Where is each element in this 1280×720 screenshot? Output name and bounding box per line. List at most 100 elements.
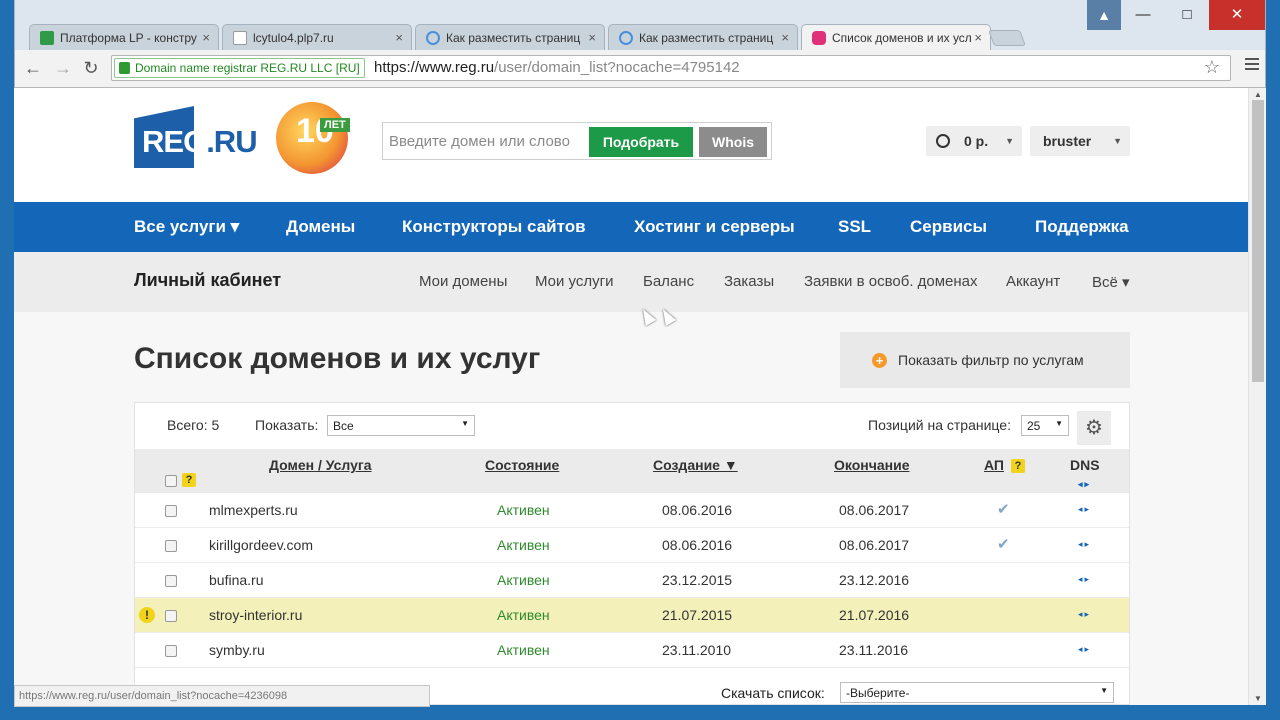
- scroll-down-icon[interactable]: ▼: [1254, 694, 1262, 703]
- row-checkbox[interactable]: [165, 575, 177, 587]
- back-icon[interactable]: ←: [21, 56, 45, 80]
- warning-icon[interactable]: !: [139, 607, 155, 623]
- scrollbar-thumb[interactable]: [1252, 100, 1264, 382]
- row-checkbox[interactable]: [165, 505, 177, 517]
- row-checkbox[interactable]: [165, 645, 177, 657]
- browser-tab-1[interactable]: Платформа LP - констру ×: [29, 24, 219, 50]
- nav-site-builders[interactable]: Конструкторы сайтов: [402, 202, 586, 252]
- caret-down-icon: ▼: [1005, 136, 1014, 146]
- browser-tab-3[interactable]: Как разместить страниц ×: [415, 24, 605, 50]
- scroll-up-icon[interactable]: ▲: [1254, 90, 1262, 99]
- show-select[interactable]: Все ▼: [327, 415, 475, 436]
- select-all-checkbox[interactable]: [165, 475, 177, 487]
- row-checkbox[interactable]: [165, 540, 177, 552]
- autorenew-check-icon: ✔: [997, 501, 1010, 518]
- download-list-label: Скачать список:: [721, 685, 825, 701]
- domain-search-box: Подобрать Whois: [382, 122, 772, 160]
- dns-arrows-icon[interactable]: ◂▸: [1078, 479, 1091, 490]
- settings-gear-icon[interactable]: ⚙: [1077, 411, 1111, 445]
- browser-menu-icon[interactable]: [1245, 58, 1259, 70]
- url-text[interactable]: https://www.reg.ru/user/domain_list?noca…: [374, 59, 740, 76]
- tab-title: lcytulo4.plp7.ru: [253, 31, 334, 45]
- domain-name[interactable]: mlmexperts.ru: [209, 502, 298, 518]
- dns-arrows-icon[interactable]: ◂▸: [1078, 539, 1091, 550]
- tab-close-icon[interactable]: ×: [974, 30, 982, 45]
- col-created[interactable]: Создание ▼: [653, 457, 738, 473]
- subnav-balance[interactable]: Баланс: [643, 273, 694, 290]
- tab-close-icon[interactable]: ×: [202, 30, 210, 45]
- subnav-released-domains[interactable]: Заявки в освоб. доменах: [804, 273, 978, 290]
- lock-icon: [119, 62, 130, 74]
- main-content: Список доменов и их услуг + Показать фил…: [14, 312, 1248, 705]
- tab-close-icon[interactable]: ×: [395, 30, 403, 45]
- logo-text: REG.RU: [142, 124, 258, 160]
- user-menu-dropdown[interactable]: bruster ▼: [1030, 126, 1130, 156]
- nav-all-services[interactable]: Все услуги ▾: [134, 202, 239, 252]
- new-tab-button[interactable]: [988, 30, 1026, 46]
- help-icon[interactable]: ?: [182, 473, 196, 487]
- domain-name[interactable]: stroy-interior.ru: [209, 607, 302, 623]
- bookmark-star-icon[interactable]: ☆: [1204, 57, 1220, 78]
- table-row-warning[interactable]: ! stroy-interior.ru Активен 21.07.2015 2…: [135, 598, 1129, 633]
- help-icon[interactable]: ?: [1011, 459, 1025, 473]
- table-row[interactable]: kirillgordeev.com Активен 08.06.2016 08.…: [135, 528, 1129, 563]
- browser-tab-2[interactable]: lcytulo4.plp7.ru ×: [222, 24, 412, 50]
- domain-name[interactable]: symby.ru: [209, 642, 265, 658]
- tab-close-icon[interactable]: ×: [781, 30, 789, 45]
- account-title[interactable]: Личный кабинет: [134, 270, 281, 291]
- maximize-button[interactable]: □: [1165, 0, 1209, 30]
- subnav-my-services[interactable]: Мои услуги: [535, 273, 614, 290]
- domain-name[interactable]: kirillgordeev.com: [209, 537, 313, 553]
- col-expires[interactable]: Окончание: [834, 457, 909, 473]
- address-bar[interactable]: Domain name registrar REG.RU LLC [RU] ht…: [111, 55, 1231, 81]
- browser-toolbar: ← → ↻ Domain name registrar REG.RU LLC […: [15, 50, 1265, 88]
- nav-services[interactable]: Сервисы: [910, 202, 987, 252]
- tab-close-icon[interactable]: ×: [588, 30, 596, 45]
- created-date: 23.12.2015: [662, 572, 733, 588]
- minimize-button[interactable]: —: [1121, 0, 1165, 30]
- domain-state: Активен: [497, 572, 550, 588]
- whois-button[interactable]: Whois: [699, 127, 767, 157]
- profile-icon[interactable]: ▲: [1087, 0, 1121, 30]
- col-state[interactable]: Состояние: [485, 457, 559, 473]
- domain-search-input[interactable]: [389, 129, 585, 153]
- table-row[interactable]: bufina.ru Активен 23.12.2015 23.12.2016 …: [135, 563, 1129, 598]
- close-window-button[interactable]: ✕: [1209, 0, 1265, 30]
- nav-hosting[interactable]: Хостинг и серверы: [634, 202, 795, 252]
- anniversary-badge: 10 ЛЕТ: [268, 98, 358, 180]
- table-row[interactable]: mlmexperts.ru Активен 08.06.2016 08.06.2…: [135, 493, 1129, 528]
- tab-title: Как разместить страниц: [639, 31, 774, 45]
- download-select-value: -Выберите-: [846, 686, 910, 700]
- ev-certificate-badge[interactable]: Domain name registrar REG.RU LLC [RU]: [114, 58, 365, 78]
- domain-name[interactable]: bufina.ru: [209, 572, 263, 588]
- page-scrollbar[interactable]: ▲ ▼: [1248, 88, 1266, 705]
- reload-icon[interactable]: ↻: [79, 56, 103, 80]
- nav-ssl[interactable]: SSL: [838, 202, 871, 252]
- show-filter-button[interactable]: + Показать фильтр по услугам: [840, 332, 1130, 388]
- per-page-select[interactable]: 25 ▼: [1021, 415, 1069, 436]
- subnav-all[interactable]: Всё ▾: [1092, 273, 1130, 291]
- dns-arrows-icon[interactable]: ◂▸: [1078, 644, 1091, 655]
- dns-arrows-icon[interactable]: ◂▸: [1078, 609, 1091, 620]
- col-domain[interactable]: Домен / Услуга: [269, 457, 372, 473]
- table-row[interactable]: symby.ru Активен 23.11.2010 23.11.2016 ◂…: [135, 633, 1129, 668]
- expires-date: 23.12.2016: [839, 572, 910, 588]
- regru-logo[interactable]: REG.RU: [134, 106, 274, 168]
- forward-icon[interactable]: →: [51, 56, 75, 80]
- subnav-my-domains[interactable]: Мои домены: [419, 273, 507, 290]
- pick-domain-button[interactable]: Подобрать: [589, 127, 693, 157]
- subnav-orders[interactable]: Заказы: [724, 273, 774, 290]
- row-checkbox[interactable]: [165, 610, 177, 622]
- subnav-account[interactable]: Аккаунт: [1006, 273, 1060, 290]
- browser-tab-4[interactable]: Как разместить страниц ×: [608, 24, 798, 50]
- nav-support[interactable]: Поддержка: [1035, 202, 1129, 252]
- dns-arrows-icon[interactable]: ◂▸: [1078, 504, 1091, 515]
- dns-arrows-icon[interactable]: ◂▸: [1078, 574, 1091, 585]
- browser-tab-active[interactable]: Список доменов и их усл ×: [801, 24, 991, 51]
- nav-domains[interactable]: Домены: [286, 202, 355, 252]
- download-select[interactable]: -Выберите- ▼: [840, 682, 1114, 703]
- page-favicon-icon: [233, 31, 247, 45]
- dropdown-arrow-icon: ▼: [1055, 419, 1063, 428]
- balance-dropdown[interactable]: 0 р. ▼: [926, 126, 1022, 156]
- col-autorenew[interactable]: АП: [984, 457, 1004, 473]
